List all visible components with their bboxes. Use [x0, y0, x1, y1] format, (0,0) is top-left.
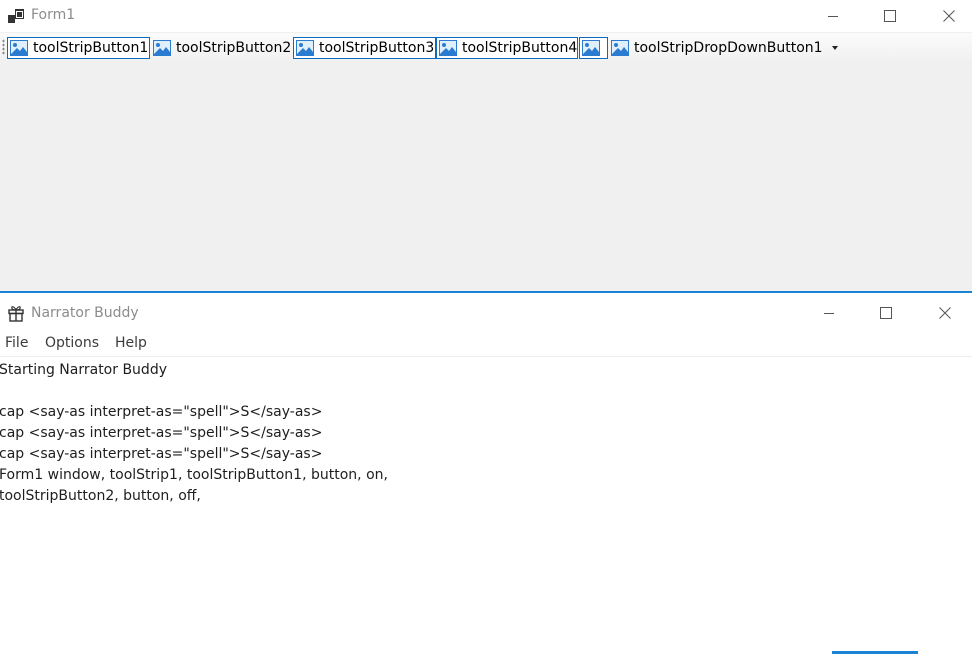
menu-divider [0, 356, 972, 357]
narration-log[interactable]: Starting Narrator Buddy cap <say-as inte… [0, 360, 971, 507]
close-icon [943, 10, 955, 22]
maximize-icon [880, 307, 892, 319]
toolstrip-button-3-label: toolStripButton3 [319, 40, 435, 56]
narrator-maximize-button[interactable] [863, 297, 909, 329]
toolstrip-button-2[interactable]: toolStripButton2 [151, 37, 292, 59]
image-placeholder-icon [611, 40, 629, 56]
toolstrip-grip[interactable] [2, 39, 5, 55]
log-line: Form1 window, toolStrip1, toolStripButto… [0, 467, 388, 483]
toolstrip-button-1-label: toolStripButton1 [33, 40, 149, 56]
form1-title: Form1 [31, 7, 76, 23]
log-line: Starting Narrator Buddy [0, 362, 167, 378]
form1-close-button[interactable] [926, 0, 972, 32]
log-line: cap <say-as interpret-as="spell">S</say-… [0, 446, 323, 462]
image-placeholder-icon [153, 40, 171, 56]
form1-maximize-button[interactable] [867, 0, 913, 32]
image-placeholder-icon [10, 40, 28, 56]
narrator-title: Narrator Buddy [31, 305, 139, 321]
narrator-titlebar[interactable]: Narrator Buddy [0, 293, 972, 333]
narrator-close-button[interactable] [922, 297, 968, 329]
maximize-icon [884, 10, 896, 22]
gift-icon [8, 306, 24, 322]
menu-bar: File Options Help [0, 333, 972, 355]
toolstrip-button-4[interactable]: toolStripButton4 [436, 37, 578, 59]
menu-file[interactable]: File [5, 335, 28, 351]
menu-help[interactable]: Help [115, 335, 147, 351]
log-line: toolStripButton2, button, off, [0, 488, 201, 504]
close-icon [939, 307, 951, 319]
narrator-buddy-window: Narrator Buddy File Options Help Startin… [0, 291, 972, 654]
image-placeholder-icon [439, 40, 457, 56]
log-line: cap <say-as interpret-as="spell">S</say-… [0, 425, 323, 441]
toolstrip-button-5[interactable] [579, 37, 608, 59]
menu-options[interactable]: Options [45, 335, 99, 351]
minimize-icon [824, 313, 834, 314]
image-placeholder-icon [582, 40, 600, 56]
toolstrip-dropdown-label: toolStripDropDownButton1 [634, 40, 823, 56]
toolstrip-button-1[interactable]: toolStripButton1 [7, 37, 150, 59]
toolstrip-button-2-label: toolStripButton2 [176, 40, 292, 56]
form1-window: Form1 toolStripButton1 toolStripButton2 … [0, 0, 972, 292]
toolstrip-button-4-label: toolStripButton4 [462, 40, 578, 56]
form1-minimize-button[interactable] [810, 0, 856, 32]
chevron-down-icon[interactable] [831, 46, 838, 50]
toolstrip-button-3[interactable]: toolStripButton3 [293, 37, 436, 59]
toolstrip: toolStripButton1 toolStripButton2 toolSt… [0, 33, 972, 63]
log-line: cap <say-as interpret-as="spell">S</say-… [0, 404, 323, 420]
narrator-minimize-button[interactable] [806, 297, 852, 329]
toolstrip-dropdown-button-1[interactable]: toolStripDropDownButton1 [609, 37, 839, 59]
form1-titlebar[interactable]: Form1 [0, 0, 972, 32]
minimize-icon [828, 16, 838, 17]
window-app-icon [8, 9, 24, 23]
image-placeholder-icon [296, 40, 314, 56]
